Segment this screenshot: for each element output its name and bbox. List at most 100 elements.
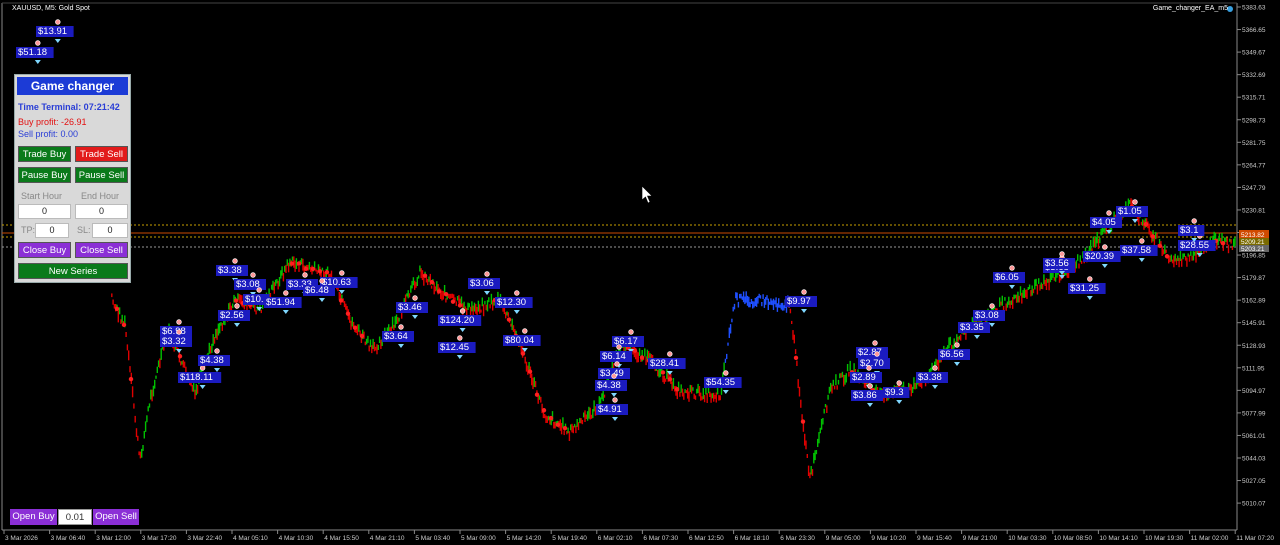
- sell-marker: [114, 306, 120, 311]
- profit-label: $6.14: [602, 351, 626, 362]
- time-axis-label: 10 Mar 14:10: [1099, 535, 1138, 542]
- open-buy-button[interactable]: Open Buy: [10, 509, 57, 525]
- sell-marker: [506, 317, 512, 322]
- sell-marker: [303, 266, 309, 272]
- sell-marker: [1143, 221, 1149, 227]
- time-axis-label: 10 Mar 03:30: [1008, 535, 1047, 542]
- sell-marker: [800, 419, 806, 424]
- trade-entry-dot: [283, 290, 289, 296]
- sell-marker: [548, 415, 554, 421]
- trade-buy-button[interactable]: Trade Buy: [18, 146, 71, 162]
- tp-input[interactable]: 0: [35, 223, 69, 238]
- trade-entry-dot: [339, 270, 345, 276]
- close-buy-button[interactable]: Close Buy: [18, 242, 71, 258]
- trade-arrow-icon: [456, 355, 463, 359]
- trade-arrow-icon: [176, 349, 182, 353]
- trade-arrow-icon: [1196, 253, 1203, 257]
- profit-label: $2.56: [220, 310, 244, 321]
- price-axis-label: 5027.05: [1242, 478, 1266, 485]
- profit-label: $13.91: [38, 26, 67, 37]
- tp-label: TP:: [21, 225, 36, 235]
- open-sell-button[interactable]: Open Sell: [93, 509, 139, 525]
- time-axis-label: 11 Mar 07:20: [1236, 535, 1274, 542]
- price-axis-label: 5128.93: [1242, 343, 1266, 350]
- trade-arrow-icon: [867, 403, 873, 407]
- sell-marker: [639, 355, 645, 360]
- chart-symbol-header: XAUUSD, M5: Gold Spot: [12, 5, 90, 12]
- ea-name-label: Game_changer_EA_m5: [1152, 5, 1228, 12]
- profit-label: $4.05: [1092, 217, 1116, 228]
- sl-input[interactable]: 0: [92, 223, 128, 238]
- sell-marker: [310, 266, 316, 272]
- new-series-button[interactable]: New Series: [18, 263, 128, 279]
- trade-arrow-icon: [1101, 264, 1108, 268]
- game-changer-panel: Game changer Time Terminal: 07:21:42 Buy…: [14, 74, 131, 283]
- profit-label: $1.05: [1118, 206, 1142, 217]
- profit-label: $4.38: [200, 355, 224, 366]
- price-axis-label: 5366.65: [1242, 27, 1266, 34]
- trade-entry-dot: [954, 342, 960, 348]
- sell-marker: [289, 261, 295, 266]
- trade-arrow-icon: [199, 385, 206, 389]
- price-axis-label: 5162.89: [1242, 298, 1266, 305]
- close-sell-button[interactable]: Close Sell: [75, 242, 128, 258]
- end-hour-label: End Hour: [81, 191, 120, 201]
- trade-entry-dot: [611, 373, 617, 379]
- sell-marker: [660, 370, 666, 375]
- price-axis-label: 5281.75: [1242, 140, 1266, 147]
- trade-entry-dot: [214, 348, 220, 354]
- sell-marker: [793, 355, 799, 361]
- price-chart[interactable]: $13.91$51.18$6.98$3.32$118.11$4.38$3.38$…: [0, 0, 1280, 545]
- sell-marker: [520, 351, 526, 356]
- time-axis-label: 6 Mar 23:30: [780, 535, 815, 542]
- price-axis-label: 5247.79: [1242, 185, 1266, 192]
- trade-entry-dot: [176, 319, 182, 325]
- trade-entry-dot: [866, 365, 872, 371]
- profit-label: $6.05: [995, 272, 1019, 283]
- lot-size-input[interactable]: 0.01: [58, 509, 92, 525]
- trade-arrow-icon: [1009, 285, 1015, 289]
- sell-marker: [121, 322, 127, 328]
- trade-entry-dot: [867, 383, 873, 389]
- profit-label: $3.64: [384, 331, 408, 342]
- price-axis-label: 5094.97: [1242, 388, 1266, 395]
- buy-profit: Buy profit: -26.91: [18, 117, 87, 127]
- sell-marker: [674, 386, 680, 392]
- trade-entry-dot: [1139, 238, 1145, 244]
- trade-arrow-icon: [34, 60, 41, 64]
- trade-entry-dot: [457, 335, 463, 341]
- profit-label: $51.94: [266, 297, 295, 308]
- profit-label: $3.08: [975, 310, 999, 321]
- start-hour-input[interactable]: 0: [18, 204, 71, 219]
- pause-buy-button[interactable]: Pause Buy: [18, 167, 71, 183]
- sl-label: SL:: [77, 225, 91, 235]
- price-tag-text: 5213.82: [1241, 232, 1265, 239]
- trade-arrow-icon: [611, 393, 617, 397]
- sell-marker: [436, 289, 442, 294]
- mouse-cursor-icon: [641, 185, 653, 204]
- trade-entry-dot: [614, 361, 620, 367]
- trade-entry-dot: [55, 19, 61, 25]
- price-axis-label: 5111.95: [1242, 365, 1265, 372]
- time-axis-label: 9 Mar 21:00: [963, 535, 998, 542]
- trade-entry-dot: [232, 258, 238, 264]
- sell-marker: [177, 354, 183, 359]
- trade-entry-dot: [256, 287, 262, 293]
- trade-entry-dot: [1087, 276, 1093, 282]
- sell-profit: Sell profit: 0.00: [18, 129, 79, 139]
- profit-label: $2.89: [852, 372, 876, 383]
- trade-entry-dot: [1106, 210, 1112, 216]
- pause-sell-button[interactable]: Pause Sell: [75, 167, 128, 183]
- sell-marker: [359, 333, 365, 339]
- end-hour-input[interactable]: 0: [75, 204, 128, 219]
- trade-entry-dot: [801, 289, 807, 295]
- sell-marker: [450, 299, 456, 304]
- trade-sell-button[interactable]: Trade Sell: [75, 146, 128, 162]
- profit-label: $3.38: [218, 265, 242, 276]
- time-axis-label: 6 Mar 18:10: [735, 535, 770, 542]
- price-axis-label: 5230.81: [1242, 207, 1266, 214]
- trade-entry-dot: [1102, 244, 1108, 250]
- trade-entry-dot: [412, 295, 418, 301]
- profit-label: $124.20: [440, 315, 474, 326]
- price-series: [103, 75, 1236, 479]
